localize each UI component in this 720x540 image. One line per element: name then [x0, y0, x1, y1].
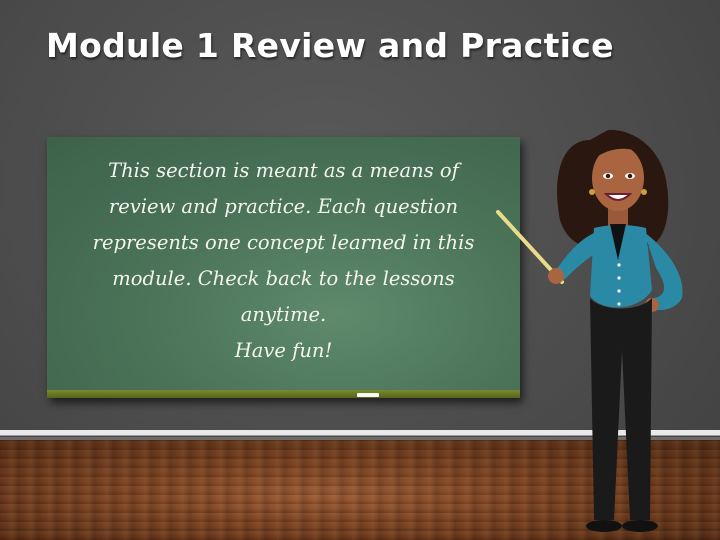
board-line: anytime.: [240, 303, 327, 326]
slide-canvas: Module 1 Review and Practice This sectio…: [0, 0, 720, 540]
chalk-piece-icon: [357, 393, 379, 397]
board-line: represents one concept learned in this: [92, 231, 475, 254]
chalkboard-surface: This section is meant as a means of revi…: [47, 137, 520, 390]
slide-title: Module 1 Review and Practice: [46, 26, 614, 65]
chalkboard-text: This section is meant as a means of revi…: [57, 153, 510, 369]
board-line: This section is meant as a means of: [108, 159, 459, 182]
board-line: Have fun!: [234, 339, 333, 362]
board-line: module. Check back to the lessons: [112, 267, 455, 290]
teacher-illustration-icon: [496, 129, 683, 532]
chalk-ledge: [47, 390, 520, 398]
board-line: review and practice. Each question: [108, 195, 459, 218]
chalkboard: This section is meant as a means of revi…: [47, 137, 520, 398]
